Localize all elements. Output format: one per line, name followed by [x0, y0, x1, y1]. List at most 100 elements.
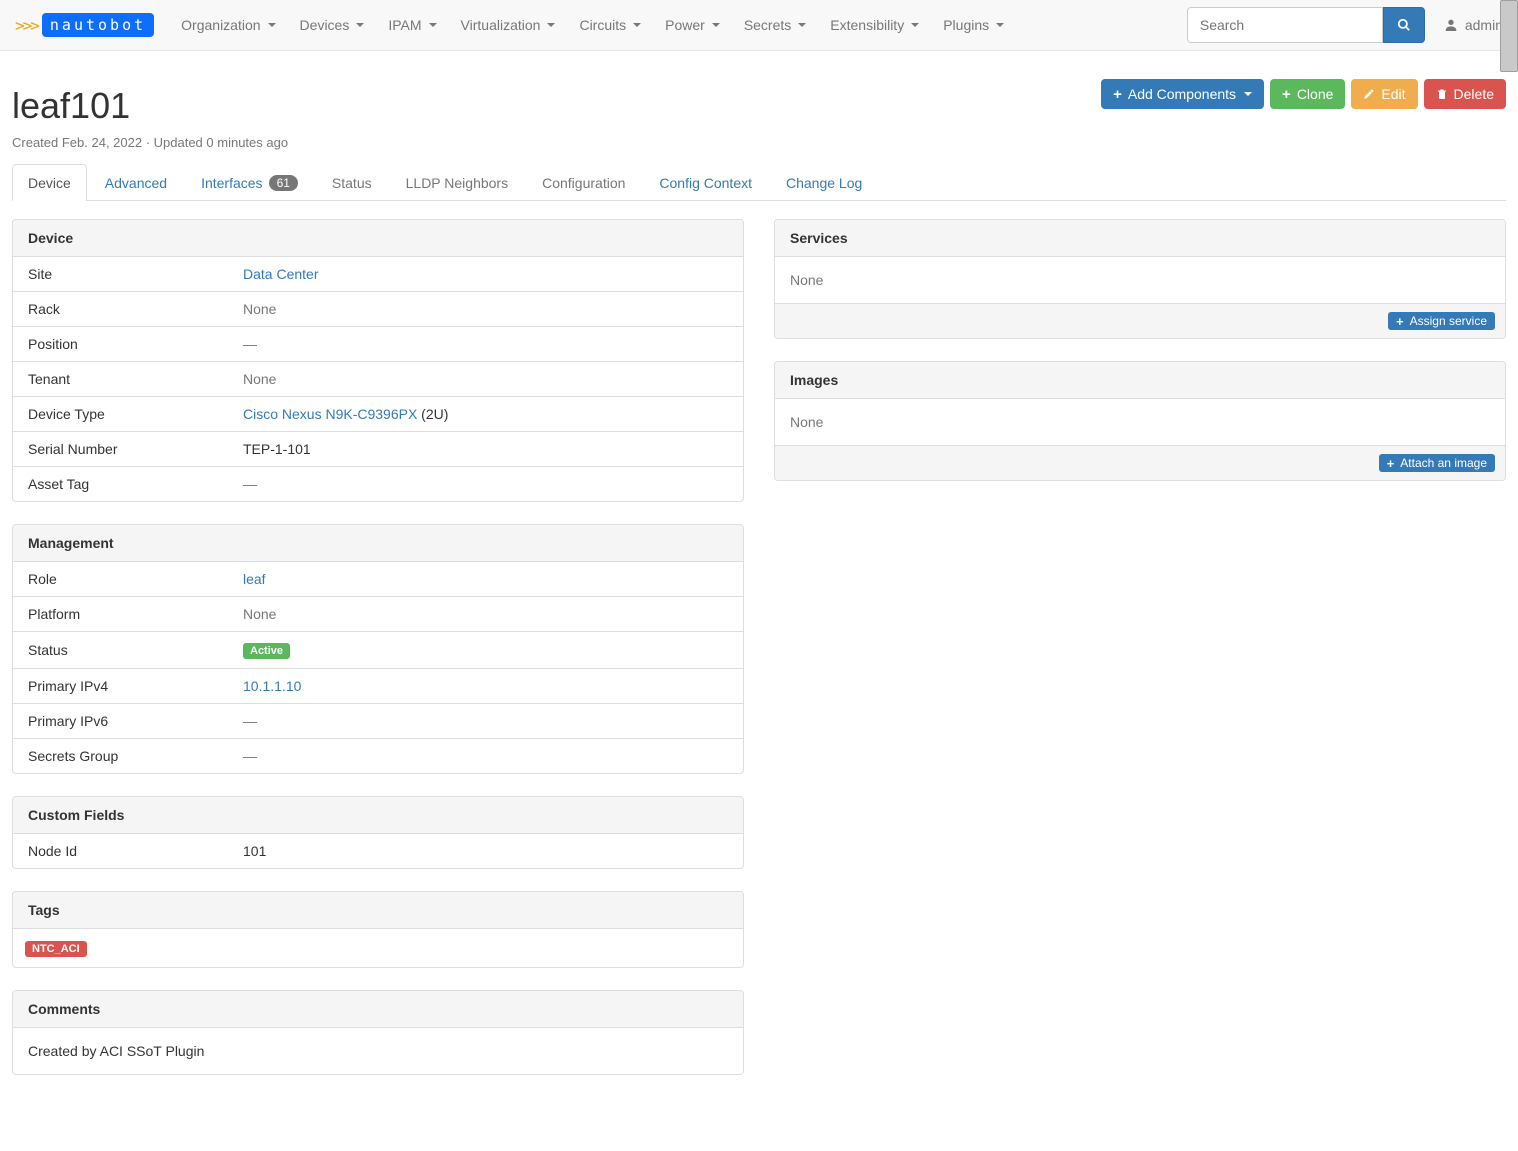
trash-icon: [1436, 88, 1448, 100]
panel-heading: Device: [13, 220, 743, 257]
row-platform: PlatformNone: [13, 597, 743, 632]
services-footer: + Assign service: [775, 303, 1505, 338]
caret-icon: [1244, 92, 1252, 96]
row-node-id: Node Id101: [13, 834, 743, 868]
row-rack: RackNone: [13, 292, 743, 327]
nav-ipam[interactable]: IPAM: [376, 2, 448, 48]
tab-interfaces[interactable]: Interfaces 61: [185, 164, 314, 201]
delete-button[interactable]: Delete: [1424, 79, 1506, 109]
left-column: Device SiteData Center RackNone Position…: [12, 219, 744, 1097]
pencil-icon: [1363, 88, 1375, 100]
panel-comments: Comments Created by ACI SSoT Plugin: [12, 990, 744, 1075]
nav-devices[interactable]: Devices: [288, 2, 377, 48]
user-icon: [1443, 17, 1459, 33]
search-form: [1187, 7, 1425, 43]
tab-configuration[interactable]: Configuration: [526, 164, 641, 201]
caret-icon: [712, 23, 720, 27]
nav-power[interactable]: Power: [653, 2, 732, 48]
caret-icon: [429, 23, 437, 27]
plus-icon: +: [1282, 87, 1291, 102]
assign-service-button[interactable]: + Assign service: [1388, 312, 1495, 330]
plus-icon: +: [1396, 315, 1404, 328]
caret-icon: [633, 23, 641, 27]
content-columns: Device SiteData Center RackNone Position…: [12, 219, 1506, 1097]
search-icon: [1397, 18, 1411, 32]
meta-text: Created Feb. 24, 2022 · Updated 0 minute…: [12, 135, 1506, 150]
clone-button[interactable]: + Clone: [1270, 79, 1345, 109]
panel-tags: Tags NTC_ACI: [12, 891, 744, 968]
plus-icon: +: [1387, 457, 1395, 470]
caret-icon: [268, 23, 276, 27]
edit-button[interactable]: Edit: [1351, 79, 1417, 109]
page-title: leaf101: [12, 85, 130, 127]
row-asset-tag: Asset Tag—: [13, 467, 743, 502]
caret-icon: [996, 23, 1004, 27]
panel-heading: Comments: [13, 991, 743, 1028]
right-column: Services None + Assign service Images No…: [774, 219, 1506, 503]
custom-fields-table: Node Id101: [13, 834, 743, 868]
panel-heading: Management: [13, 525, 743, 562]
row-primary-ipv6: Primary IPv6—: [13, 704, 743, 739]
header-row: leaf101 + Add Components + Clone Edit: [12, 71, 1506, 135]
management-table: Roleleaf PlatformNone StatusActive Prima…: [13, 562, 743, 773]
brand-chevrons: >>>: [15, 16, 38, 35]
panel-heading: Custom Fields: [13, 797, 743, 834]
action-buttons: + Add Components + Clone Edit Delete: [1101, 79, 1506, 109]
main-container: leaf101 + Add Components + Clone Edit: [0, 51, 1518, 1127]
caret-icon: [911, 23, 919, 27]
panel-heading: Tags: [13, 892, 743, 929]
nav-links: Organization Devices IPAM Virtualization…: [169, 2, 1187, 48]
brand[interactable]: >>> nautobot: [15, 13, 154, 37]
site-link[interactable]: Data Center: [243, 266, 318, 282]
nav-organization[interactable]: Organization: [169, 2, 287, 48]
navbar: >>> nautobot Organization Devices IPAM V…: [0, 0, 1518, 51]
search-input[interactable]: [1187, 7, 1383, 43]
panel-services: Services None + Assign service: [774, 219, 1506, 339]
tag-ntc-aci[interactable]: NTC_ACI: [25, 941, 87, 957]
tab-status[interactable]: Status: [316, 164, 388, 201]
tab-device[interactable]: Device: [12, 164, 87, 201]
nav-circuits[interactable]: Circuits: [567, 2, 653, 48]
images-body: None: [775, 399, 1505, 445]
panel-heading: Services: [775, 220, 1505, 257]
nav-plugins[interactable]: Plugins: [931, 2, 1016, 48]
row-primary-ipv4: Primary IPv410.1.1.10: [13, 669, 743, 704]
row-secrets-group: Secrets Group—: [13, 739, 743, 774]
row-position: Position—: [13, 327, 743, 362]
scrollbar-thumb[interactable]: [1500, 0, 1518, 72]
device-table: SiteData Center RackNone Position— Tenan…: [13, 257, 743, 501]
panel-heading: Images: [775, 362, 1505, 399]
nav-secrets[interactable]: Secrets: [732, 2, 818, 48]
services-body: None: [775, 257, 1505, 303]
ipv4-link[interactable]: 10.1.1.10: [243, 678, 301, 694]
role-link[interactable]: leaf: [243, 571, 266, 587]
interfaces-count-badge: 61: [269, 175, 298, 191]
attach-image-button[interactable]: + Attach an image: [1379, 454, 1495, 472]
search-button[interactable]: [1383, 7, 1425, 43]
tab-advanced[interactable]: Advanced: [89, 164, 183, 201]
panel-custom-fields: Custom Fields Node Id101: [12, 796, 744, 869]
nav-virtualization[interactable]: Virtualization: [449, 2, 568, 48]
comments-body: Created by ACI SSoT Plugin: [13, 1028, 743, 1074]
panel-management: Management Roleleaf PlatformNone StatusA…: [12, 524, 744, 774]
plus-icon: +: [1113, 87, 1122, 102]
user-name: admin: [1465, 17, 1503, 33]
row-device-type: Device TypeCisco Nexus N9K-C9396PX (2U): [13, 397, 743, 432]
tags-body: NTC_ACI: [13, 929, 743, 967]
images-footer: + Attach an image: [775, 445, 1505, 480]
user-menu[interactable]: admin: [1443, 17, 1503, 33]
row-serial: Serial NumberTEP-1-101: [13, 432, 743, 467]
caret-icon: [356, 23, 364, 27]
brand-name: nautobot: [42, 13, 154, 37]
tab-lldp-neighbors[interactable]: LLDP Neighbors: [390, 164, 524, 201]
tab-config-context[interactable]: Config Context: [643, 164, 768, 201]
tab-change-log[interactable]: Change Log: [770, 164, 878, 201]
status-badge: Active: [243, 643, 290, 659]
row-tenant: TenantNone: [13, 362, 743, 397]
nav-extensibility[interactable]: Extensibility: [818, 2, 931, 48]
add-components-button[interactable]: + Add Components: [1101, 79, 1264, 109]
panel-images: Images None + Attach an image: [774, 361, 1506, 481]
device-type-link[interactable]: Cisco Nexus N9K-C9396PX: [243, 406, 417, 422]
row-site: SiteData Center: [13, 257, 743, 292]
tabs: Device Advanced Interfaces 61 Status LLD…: [12, 164, 1506, 201]
